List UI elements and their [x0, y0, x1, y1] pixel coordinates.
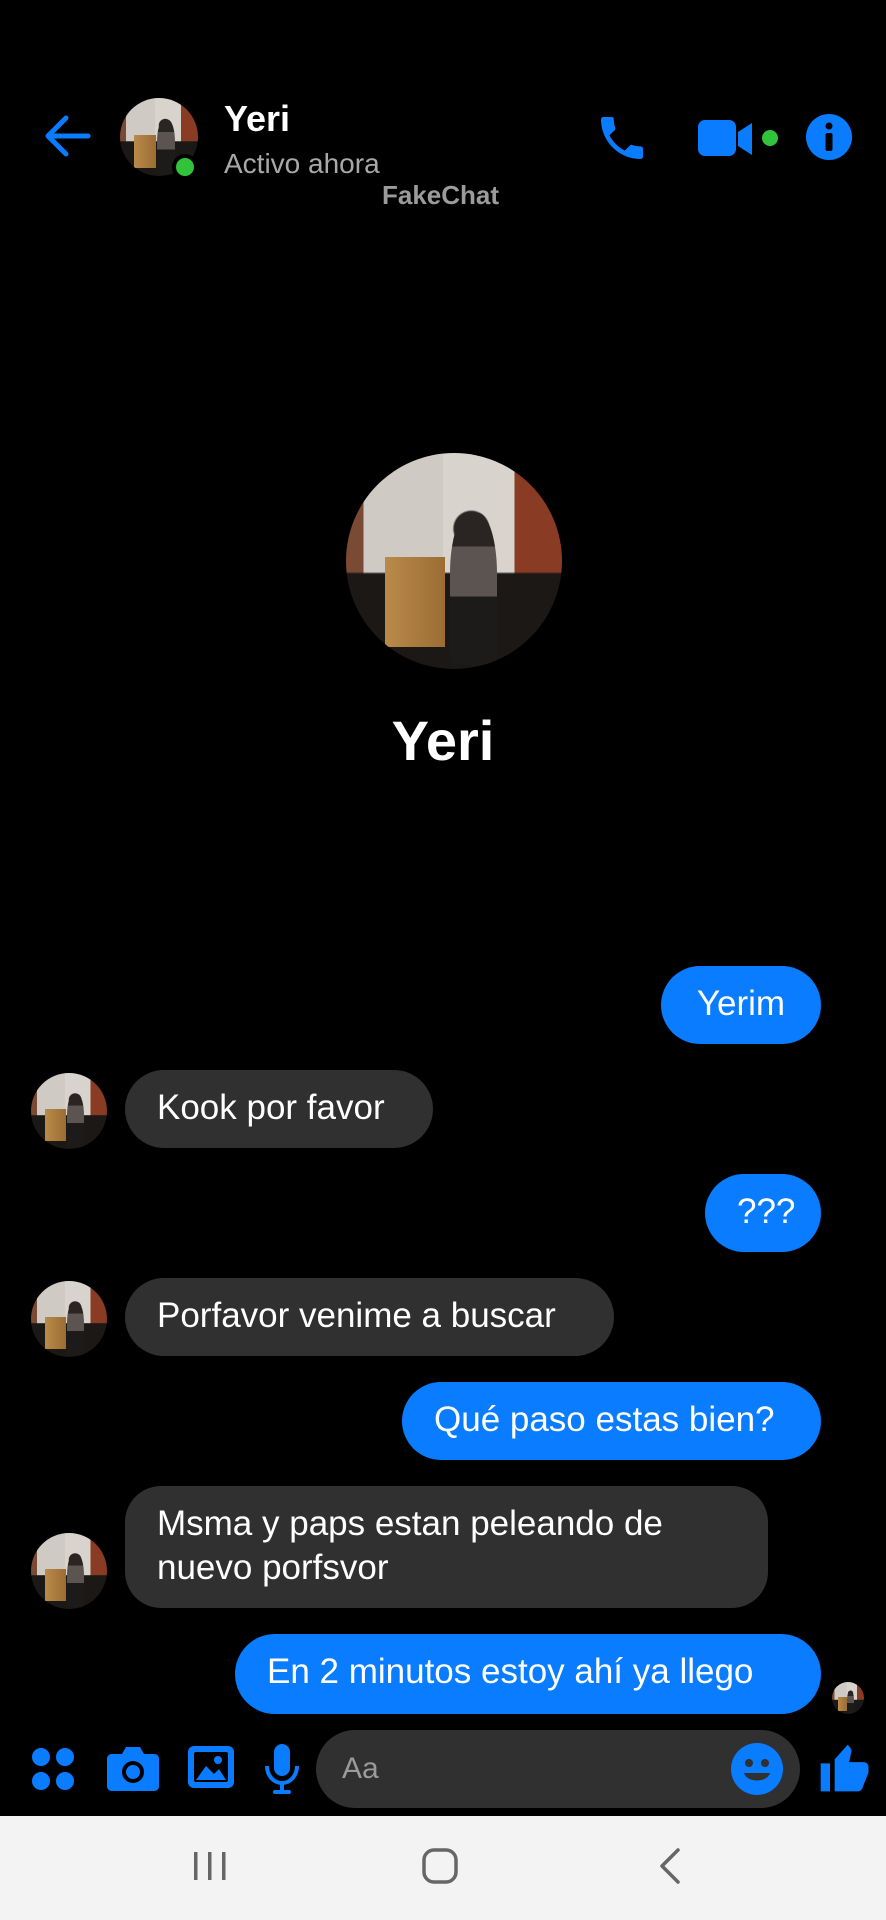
- recents-icon: [194, 1852, 226, 1880]
- info-icon: [806, 114, 852, 160]
- message-bubble-outgoing[interactable]: Qué paso estas bien?: [402, 1382, 821, 1460]
- message-avatar[interactable]: [31, 1073, 107, 1149]
- read-receipt-avatar: [832, 1682, 864, 1714]
- emoji-icon: [731, 1743, 783, 1795]
- apps-button[interactable]: [30, 1746, 76, 1792]
- microphone-button[interactable]: [264, 1742, 300, 1796]
- home-icon: [422, 1848, 458, 1884]
- like-button[interactable]: [816, 1740, 872, 1796]
- call-button[interactable]: [594, 110, 650, 166]
- gallery-button[interactable]: [186, 1742, 236, 1792]
- info-button[interactable]: [804, 112, 854, 162]
- chevron-left-icon: [660, 1848, 680, 1884]
- message-bubble-incoming[interactable]: Porfavor venime a buscar: [125, 1278, 614, 1356]
- video-call-button[interactable]: [696, 114, 780, 164]
- contact-name[interactable]: Yeri: [224, 98, 290, 140]
- message-line: Msma y paps estan peleando de: [157, 1504, 663, 1543]
- emoji-button[interactable]: [730, 1742, 784, 1796]
- message-bubble-incoming[interactable]: Msma y paps estan peleando de nuevo porf…: [125, 1486, 768, 1608]
- profile-name: Yeri: [391, 709, 495, 772]
- online-indicator: [172, 154, 198, 180]
- gallery-icon: [188, 1746, 234, 1788]
- microphone-icon: [265, 1744, 299, 1794]
- message-avatar[interactable]: [31, 1281, 107, 1357]
- phone-icon: [601, 117, 643, 159]
- thumbs-up-icon: [820, 1744, 869, 1792]
- message-bubble-outgoing[interactable]: En 2 minutos estoy ahí ya llego: [235, 1634, 821, 1714]
- home-button[interactable]: [420, 1846, 460, 1886]
- message-avatar[interactable]: [31, 1533, 107, 1609]
- contact-status: Activo ahora: [224, 148, 380, 179]
- back-button[interactable]: [40, 108, 96, 164]
- profile-avatar[interactable]: [346, 453, 562, 669]
- system-back-button[interactable]: [656, 1846, 684, 1886]
- apps-icon: [32, 1748, 74, 1790]
- message-bubble-outgoing[interactable]: Yerim: [661, 966, 821, 1044]
- watermark-label: FakeChat: [382, 180, 500, 210]
- message-input[interactable]: [316, 1730, 800, 1808]
- camera-icon: [107, 1747, 159, 1791]
- message-bubble-outgoing[interactable]: ???: [705, 1174, 821, 1252]
- recents-button[interactable]: [190, 1848, 230, 1884]
- camera-button[interactable]: [106, 1744, 160, 1792]
- message-bubble-incoming[interactable]: Kook por favor: [125, 1070, 433, 1148]
- video-camera-icon: [698, 120, 778, 156]
- back-arrow-icon: [45, 115, 91, 157]
- message-line: nuevo porfsvor: [157, 1548, 389, 1587]
